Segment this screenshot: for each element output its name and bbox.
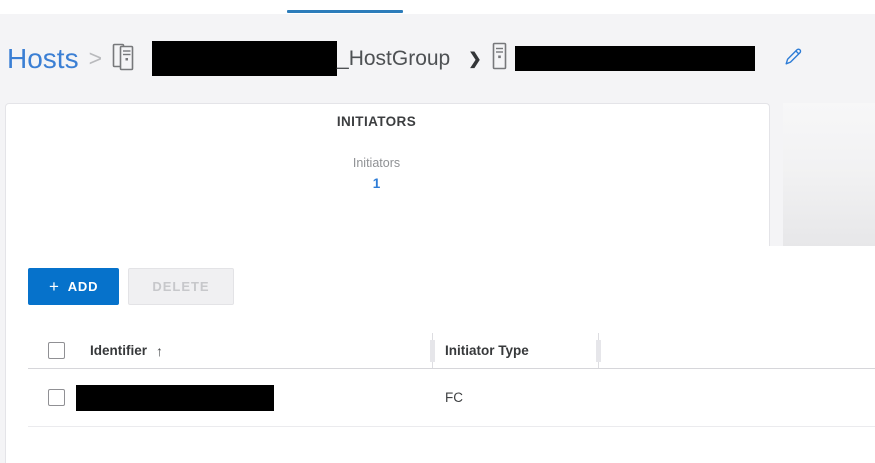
top-tab-strip	[0, 0, 875, 14]
plus-icon: +	[49, 278, 60, 295]
page-content: INITIATORS Initiators 1 + ADD DELETE	[0, 103, 875, 463]
table-row[interactable]: FC	[28, 369, 875, 427]
redacted-host-name	[515, 46, 755, 71]
row-checkbox[interactable]	[48, 389, 65, 406]
column-header-identifier[interactable]: Identifier ↑	[90, 343, 432, 359]
sort-ascending-icon: ↑	[156, 343, 163, 359]
table-header-row: Identifier ↑ Initiator Type	[28, 333, 875, 369]
initiators-stat-value: 1	[6, 176, 747, 191]
initiators-summary-card: INITIATORS Initiators 1	[5, 103, 770, 246]
host-group-icon	[112, 42, 137, 76]
breadcrumb-hosts-link[interactable]: Hosts	[7, 43, 79, 75]
column-header-initiator-type[interactable]: Initiator Type	[433, 343, 598, 358]
breadcrumb: Hosts > _HostGroup ❯	[0, 14, 875, 103]
initiators-table-panel: + ADD DELETE Identifier ↑ Initiator Type	[5, 246, 875, 463]
host-icon	[492, 42, 507, 76]
initiators-stat-label: Initiators	[6, 156, 747, 170]
column-resize-handle[interactable]	[598, 333, 599, 368]
hosts-detail-page: Hosts > _HostGroup ❯	[0, 0, 875, 463]
header-checkbox-cell	[28, 342, 90, 359]
row-identifier-cell	[90, 385, 432, 411]
pencil-icon[interactable]	[783, 46, 804, 72]
select-all-checkbox[interactable]	[48, 342, 65, 359]
breadcrumb-separator: >	[89, 45, 102, 72]
initiators-card-title: INITIATORS	[6, 114, 747, 129]
row-initiator-type-cell: FC	[433, 390, 598, 405]
table-toolbar: + ADD DELETE	[28, 268, 875, 305]
breadcrumb-host-group-suffix: _HostGroup	[337, 47, 450, 71]
redacted-host-group-name	[152, 41, 337, 76]
column-resize-handle[interactable]	[432, 333, 433, 368]
active-tab-indicator	[287, 10, 403, 13]
adjacent-panel-placeholder	[783, 103, 875, 246]
delete-button[interactable]: DELETE	[128, 268, 233, 305]
add-button[interactable]: + ADD	[28, 268, 119, 305]
add-button-label: ADD	[68, 279, 99, 294]
summary-row: INITIATORS Initiators 1	[5, 103, 875, 246]
breadcrumb-separator: ❯	[468, 49, 481, 69]
redacted-identifier-value	[76, 385, 274, 411]
column-divider	[432, 369, 433, 426]
initiators-table: Identifier ↑ Initiator Type FC	[28, 333, 875, 427]
identifier-header-label: Identifier	[90, 343, 147, 358]
